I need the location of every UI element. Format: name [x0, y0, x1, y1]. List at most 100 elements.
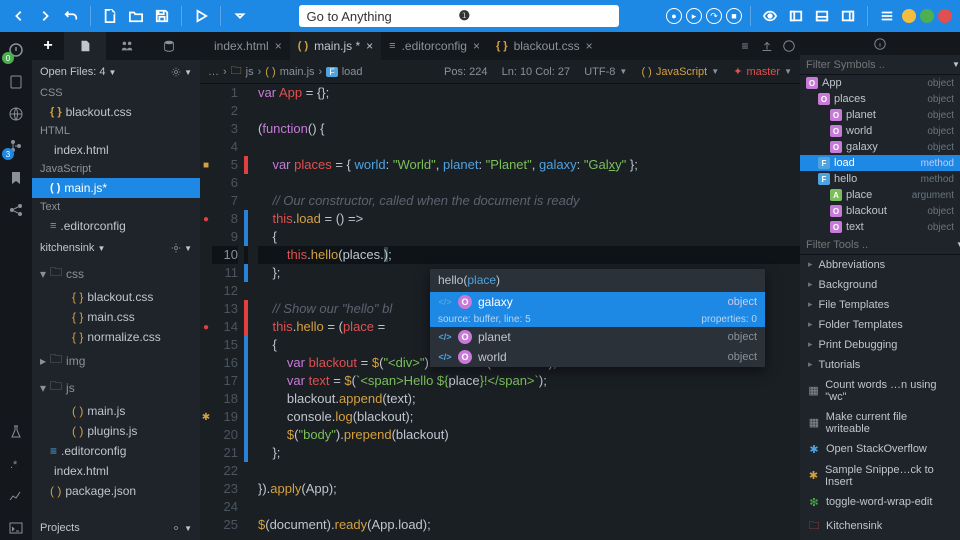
- activity-terminal[interactable]: [4, 516, 28, 540]
- activity-search[interactable]: [4, 70, 28, 94]
- activity-flask[interactable]: [4, 420, 28, 444]
- tool-item[interactable]: 🗀Kitchensink: [800, 513, 960, 540]
- editor-tab[interactable]: ≡.editorconfig×: [381, 32, 488, 60]
- symbol-item[interactable]: Oplacesobject: [800, 91, 960, 107]
- close-tab-icon[interactable]: ×: [473, 39, 480, 53]
- editor-tab[interactable]: ( )main.js *×: [290, 32, 381, 60]
- tree-file[interactable]: ( )package.json: [32, 481, 200, 501]
- side-tab-db[interactable]: [148, 32, 190, 60]
- symbol-item[interactable]: OAppobject: [800, 75, 960, 91]
- side-tab-files[interactable]: [64, 32, 106, 60]
- status-encoding[interactable]: UTF-8: [584, 66, 615, 78]
- editor-tab[interactable]: { }blackout.css×: [488, 32, 601, 60]
- tree-folder[interactable]: ▾🗀js: [32, 374, 200, 401]
- status-pos[interactable]: Pos: 224: [444, 66, 487, 78]
- open-file-item[interactable]: ( )main.js*: [32, 178, 200, 198]
- tab-list-icon[interactable]: ≡: [734, 39, 756, 53]
- gear-icon[interactable]: [170, 66, 182, 78]
- undo-button[interactable]: [60, 5, 82, 27]
- symbol-item[interactable]: Fhellomethod: [800, 171, 960, 187]
- panel-right-icon[interactable]: [837, 5, 859, 27]
- maximize-button[interactable]: [920, 9, 934, 23]
- status-line[interactable]: Ln: 10 Col: 27: [502, 66, 571, 78]
- status-language[interactable]: JavaScript: [656, 66, 707, 78]
- symbol-item[interactable]: Otextobject: [800, 219, 960, 235]
- tool-category[interactable]: ▸Background: [800, 275, 960, 295]
- project-header[interactable]: kitchensink ▼ ▼: [32, 236, 200, 260]
- close-tab-icon[interactable]: ×: [586, 39, 593, 53]
- open-file-item[interactable]: { }blackout.css: [32, 102, 200, 122]
- crumb-symbol[interactable]: load: [342, 66, 363, 78]
- autocomplete-item[interactable]: </>Oplanetobject: [430, 327, 765, 347]
- tool-item[interactable]: ✱Open StackOverflow: [800, 439, 960, 460]
- panel-left-icon[interactable]: [785, 5, 807, 27]
- menu-button[interactable]: [876, 5, 898, 27]
- breadcrumb-ellipsis[interactable]: …: [208, 66, 219, 78]
- info-icon[interactable]: [873, 37, 887, 51]
- activity-chart[interactable]: [4, 484, 28, 508]
- activity-issues[interactable]: 0: [4, 38, 28, 62]
- symbol-item[interactable]: Floadmethod: [800, 155, 960, 171]
- tool-category[interactable]: ▸Abbreviations: [800, 255, 960, 275]
- symbol-item[interactable]: Oplanetobject: [800, 107, 960, 123]
- tool-item[interactable]: ✱Sample Snippe…ck to Insert: [800, 460, 960, 492]
- goto-input[interactable]: Go to Anything ❶: [299, 5, 619, 27]
- tool-category[interactable]: ▸Tutorials: [800, 355, 960, 375]
- tool-category[interactable]: ▸Folder Templates: [800, 315, 960, 335]
- tree-file[interactable]: ( )plugins.js: [32, 421, 200, 441]
- tools-filter-input[interactable]: [806, 239, 948, 251]
- tree-file[interactable]: index.html: [32, 461, 200, 481]
- gear-icon[interactable]: [170, 242, 182, 254]
- dropdown-button[interactable]: [229, 5, 251, 27]
- save-button[interactable]: [151, 5, 173, 27]
- crumb-folder[interactable]: js: [246, 66, 254, 78]
- run-button[interactable]: [190, 5, 212, 27]
- symbol-item[interactable]: Oblackoutobject: [800, 203, 960, 219]
- open-button[interactable]: [125, 5, 147, 27]
- status-branch[interactable]: master: [746, 66, 780, 78]
- debug-stop-button[interactable]: ■: [726, 8, 742, 24]
- tool-category[interactable]: ▸Print Debugging: [800, 335, 960, 355]
- debug-step-button[interactable]: ↷: [706, 8, 722, 24]
- symbol-item[interactable]: Aplaceargument: [800, 187, 960, 203]
- activity-vcs[interactable]: 3: [4, 134, 28, 158]
- symbols-filter-input[interactable]: [806, 59, 948, 71]
- tab-browser-icon[interactable]: [778, 39, 800, 53]
- tool-category[interactable]: ▸File Templates: [800, 295, 960, 315]
- code-editor[interactable]: ■●●✱ 12345678910111213141516171819202122…: [200, 84, 800, 540]
- autocomplete-item[interactable]: </>Ogalaxyobject: [430, 292, 765, 312]
- activity-bookmark[interactable]: [4, 166, 28, 190]
- open-file-item[interactable]: ≡.editorconfig: [32, 216, 200, 236]
- panel-bottom-icon[interactable]: [811, 5, 833, 27]
- tree-folder[interactable]: ▾🗀css: [32, 260, 200, 287]
- new-tab-button[interactable]: +: [32, 32, 64, 60]
- tool-item[interactable]: ▦Count words …n using "wc": [800, 375, 960, 407]
- close-window-button[interactable]: [938, 9, 952, 23]
- projects-header[interactable]: Projects ▼: [32, 516, 200, 540]
- tree-file[interactable]: { }main.css: [32, 307, 200, 327]
- tree-file[interactable]: ( )main.js: [32, 401, 200, 421]
- crumb-file[interactable]: main.js: [280, 66, 315, 78]
- activity-share[interactable]: [4, 198, 28, 222]
- tree-file[interactable]: { }blackout.css: [32, 287, 200, 307]
- tool-item[interactable]: ▦Make current file writeable: [800, 407, 960, 439]
- open-files-header[interactable]: Open Files: 4 ▼ ▼: [32, 60, 200, 84]
- goto-info-icon[interactable]: ❶: [459, 8, 611, 24]
- tree-file[interactable]: { }normalize.css: [32, 327, 200, 347]
- debug-play-button[interactable]: ▸: [686, 8, 702, 24]
- activity-globe[interactable]: [4, 102, 28, 126]
- autocomplete-item[interactable]: </>Oworldobject: [430, 347, 765, 367]
- symbol-item[interactable]: Ogalaxyobject: [800, 139, 960, 155]
- record-button[interactable]: ●: [666, 8, 682, 24]
- tree-file[interactable]: ≡.editorconfig: [32, 441, 200, 461]
- minimize-button[interactable]: [902, 9, 916, 23]
- open-file-item[interactable]: index.html: [32, 140, 200, 160]
- back-button[interactable]: [8, 5, 30, 27]
- tool-item[interactable]: ❇toggle-word-wrap-edit: [800, 492, 960, 513]
- close-tab-icon[interactable]: ×: [366, 39, 373, 53]
- activity-regex[interactable]: .*: [4, 452, 28, 476]
- forward-button[interactable]: [34, 5, 56, 27]
- tree-folder[interactable]: ▸🗀img: [32, 347, 200, 374]
- side-tab-people[interactable]: [106, 32, 148, 60]
- editor-tab[interactable]: index.html×: [200, 32, 290, 60]
